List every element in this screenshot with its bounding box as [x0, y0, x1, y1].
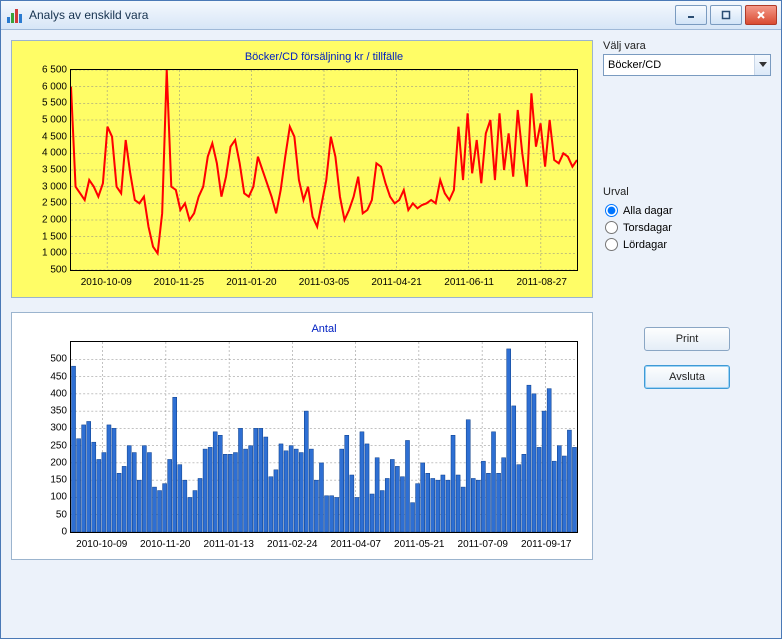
select-label: Välj vara — [603, 40, 771, 52]
urval-radio-label-1: Torsdagar — [623, 222, 672, 234]
urval-radio-label-0: Alla dagar — [623, 205, 673, 217]
print-button[interactable]: Print — [644, 327, 730, 351]
titlebar: Analys av enskild vara — [1, 1, 781, 30]
close-button[interactable] — [745, 5, 777, 25]
minimize-button[interactable] — [675, 5, 707, 25]
item-select-input[interactable] — [604, 57, 754, 73]
sales-chart-title: Böcker/CD försäljning kr / tillfälle — [60, 45, 588, 65]
sales-chart: Böcker/CD försäljning kr / tillfälle 500… — [11, 40, 593, 298]
item-select[interactable] — [603, 54, 771, 76]
side-panel: Välj vara Urval Alla dagar Torsdagar Lörda… — [603, 40, 771, 628]
avsluta-button[interactable]: Avsluta — [644, 365, 730, 389]
urval-radio-0[interactable]: Alla dagar — [603, 202, 771, 219]
urval-radio-input-0[interactable] — [605, 204, 618, 217]
urval-radio-input-2[interactable] — [605, 238, 618, 251]
app-icon — [7, 7, 23, 23]
client-area: Böcker/CD försäljning kr / tillfälle 500… — [1, 30, 781, 638]
urval-group: Urval Alla dagar Torsdagar Lördagar — [603, 186, 771, 253]
app-window: Analys av enskild vara Böcker/CD försälj… — [0, 0, 782, 639]
count-chart-title: Antal — [60, 317, 588, 337]
urval-radio-input-1[interactable] — [605, 221, 618, 234]
urval-radio-2[interactable]: Lördagar — [603, 236, 771, 253]
count-chart: Antal 050100150200250300350400450500 201… — [11, 312, 593, 560]
urval-label: Urval — [603, 186, 771, 198]
maximize-button[interactable] — [710, 5, 742, 25]
window-title: Analys av enskild vara — [29, 8, 148, 22]
chevron-down-icon[interactable] — [754, 55, 770, 75]
urval-radio-label-2: Lördagar — [623, 239, 667, 251]
urval-radio-1[interactable]: Torsdagar — [603, 219, 771, 236]
